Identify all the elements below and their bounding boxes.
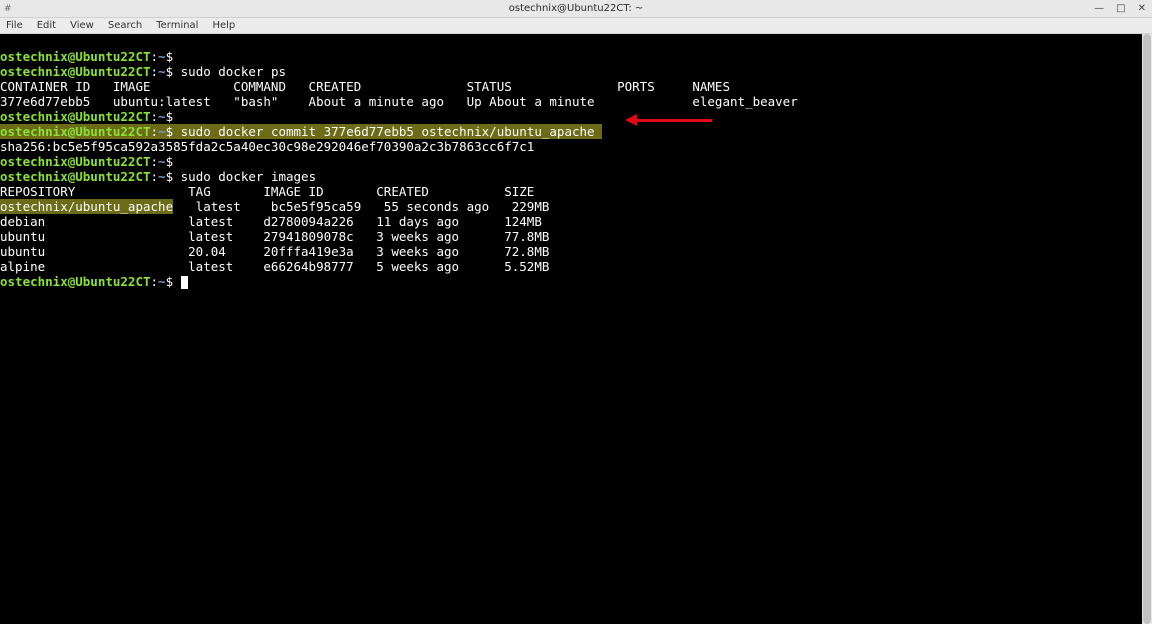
menu-file[interactable]: File [6, 20, 23, 31]
prompt-sigil: $ [166, 169, 174, 184]
menu-terminal[interactable]: Terminal [156, 20, 198, 31]
prompt-colon: : [151, 124, 159, 139]
prompt-userhost: ostechnix@Ubuntu22CT [0, 49, 151, 64]
menu-edit[interactable]: Edit [37, 20, 56, 31]
images-row-1-repo: ostechnix/ubuntu_apache [0, 199, 173, 214]
images-row-1-rest: latest bc5e5f95ca59 55 seconds ago 229MB [173, 199, 549, 214]
close-button[interactable]: ✕ [1138, 4, 1146, 14]
maximize-button[interactable]: □ [1116, 4, 1125, 14]
prompt-colon: : [151, 109, 159, 124]
prompt-colon: : [151, 154, 159, 169]
prompt-colon: : [151, 64, 159, 79]
images-row-3: ubuntu latest 27941809078c 3 weeks ago 7… [0, 229, 549, 244]
menu-view[interactable]: View [70, 20, 94, 31]
prompt-sigil: $ [166, 109, 174, 124]
ps-row: 377e6d77ebb5 ubuntu:latest "bash" About … [0, 94, 798, 109]
scrollbar-thumb[interactable] [1143, 34, 1151, 624]
minimize-button[interactable]: — [1094, 4, 1104, 14]
window-controls: — □ ✕ [1094, 4, 1146, 14]
images-row-4: ubuntu 20.04 20fffa419e3a 3 weeks ago 72… [0, 244, 549, 259]
callout-arrow [625, 114, 712, 126]
prompt-path: ~ [158, 274, 166, 289]
prompt-userhost: ostechnix@Ubuntu22CT [0, 124, 151, 139]
prompt-path: ~ [158, 124, 166, 139]
prompt-path: ~ [158, 169, 166, 184]
cmd-docker-commit: sudo docker commit 377e6d77ebb5 ostechni… [173, 124, 602, 139]
images-header: REPOSITORY TAG IMAGE ID CREATED SIZE [0, 184, 534, 199]
prompt-colon: : [151, 274, 159, 289]
arrow-line [637, 119, 712, 122]
menu-help[interactable]: Help [212, 20, 235, 31]
prompt-sigil: $ [166, 274, 174, 289]
window-title: ostechnix@Ubuntu22CT: ~ [509, 3, 644, 14]
terminal-viewport[interactable]: ostechnix@Ubuntu22CT:~$ ostechnix@Ubuntu… [0, 34, 1152, 624]
images-row-5: alpine latest e66264b98777 5 weeks ago 5… [0, 259, 549, 274]
cmd-docker-ps: sudo docker ps [181, 64, 286, 79]
prompt-sigil: $ [166, 154, 174, 169]
ps-header: CONTAINER ID IMAGE COMMAND CREATED STATU… [0, 79, 730, 94]
prompt-userhost: ostechnix@Ubuntu22CT [0, 274, 151, 289]
prompt-userhost: ostechnix@Ubuntu22CT [0, 154, 151, 169]
prompt-userhost: ostechnix@Ubuntu22CT [0, 109, 151, 124]
prompt-colon: : [151, 49, 159, 64]
prompt-path: ~ [158, 109, 166, 124]
prompt-path: ~ [158, 64, 166, 79]
prompt-sigil: $ [166, 64, 174, 79]
arrow-head-icon [625, 114, 637, 126]
menu-search[interactable]: Search [108, 20, 142, 31]
app-icon: # [4, 4, 12, 14]
menu-bar: File Edit View Search Terminal Help [0, 18, 1152, 34]
scrollbar-vertical[interactable] [1142, 34, 1152, 624]
prompt-sigil: $ [166, 124, 174, 139]
sha-output: sha256:bc5e5f95ca592a3585fda2c5a40ec30c9… [0, 139, 534, 154]
prompt-userhost: ostechnix@Ubuntu22CT [0, 64, 151, 79]
cmd-docker-images: sudo docker images [181, 169, 316, 184]
window-titlebar: # ostechnix@Ubuntu22CT: ~ — □ ✕ [0, 0, 1152, 18]
prompt-path: ~ [158, 49, 166, 64]
prompt-colon: : [151, 169, 159, 184]
images-row-2: debian latest d2780094a226 11 days ago 1… [0, 214, 542, 229]
prompt-path: ~ [158, 154, 166, 169]
cursor [181, 276, 188, 289]
prompt-sigil: $ [166, 49, 174, 64]
prompt-userhost: ostechnix@Ubuntu22CT [0, 169, 151, 184]
